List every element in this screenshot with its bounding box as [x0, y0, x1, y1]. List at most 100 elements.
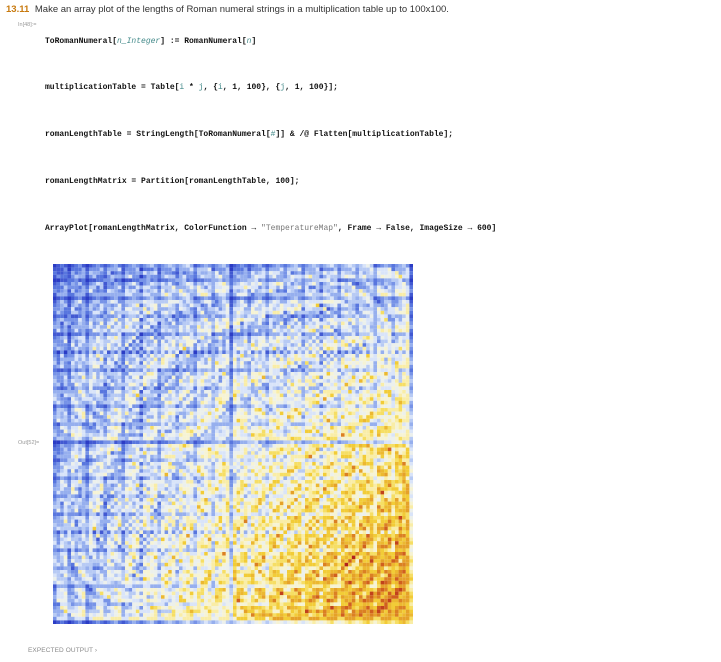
code-line-5[interactable]: ArrayPlot[romanLengthMatrix, ColorFuncti… [45, 224, 496, 233]
array-cell [236, 418, 241, 423]
array-cell [373, 404, 378, 409]
array-cell [89, 357, 93, 362]
array-cell [60, 303, 64, 308]
array-cell [272, 368, 277, 373]
array-cell [225, 267, 230, 272]
array-cell [377, 411, 381, 416]
code-line-2[interactable]: multiplicationTable = Table[i * j, {i, 1… [45, 83, 338, 92]
array-cell [337, 426, 342, 430]
array-cell [251, 328, 255, 333]
array-cell [229, 336, 234, 340]
array-cell [301, 336, 306, 340]
array-cell [240, 422, 244, 427]
array-cell [240, 397, 244, 401]
array-cell [92, 386, 97, 391]
array-cell [269, 303, 273, 308]
array-cell [186, 426, 190, 430]
array-cell [355, 411, 360, 416]
array-cell [236, 310, 241, 315]
array-cell [326, 346, 331, 351]
array-cell [132, 336, 136, 340]
array-cell [121, 267, 126, 272]
array-cell [369, 386, 374, 391]
array-cell [315, 282, 320, 286]
array-cell [333, 426, 338, 430]
array-cell [366, 372, 370, 376]
array-cell [395, 343, 399, 347]
array-cell [258, 314, 262, 319]
array-cell [254, 343, 259, 347]
array-cell [143, 429, 147, 434]
array-cell [373, 282, 378, 286]
array-cell [107, 390, 111, 394]
array-cell [272, 267, 277, 272]
array-cell [71, 350, 75, 355]
array-cell [276, 411, 280, 416]
array-cell [171, 307, 176, 311]
array-cell [402, 411, 406, 416]
array-cell [254, 278, 259, 283]
array-cell [143, 400, 147, 405]
array-cell [53, 429, 57, 434]
array-cell [305, 408, 309, 412]
array-cell [297, 267, 302, 272]
array-cell [258, 318, 262, 322]
array-cell [114, 386, 118, 391]
array-cell [121, 303, 126, 308]
array-cell [182, 415, 187, 419]
array-cell [179, 422, 183, 427]
array-cell [229, 433, 234, 437]
array-cell [56, 357, 61, 362]
array-cell [193, 368, 198, 373]
code-line-1[interactable]: ToRomanNumeral[n_Integer] := RomanNumera… [45, 37, 256, 46]
array-cell [254, 379, 259, 383]
array-cell [233, 307, 237, 311]
array-cell [182, 361, 187, 365]
array-cell [222, 408, 226, 412]
array-cell [121, 314, 126, 319]
array-cell [143, 404, 147, 409]
array-cell [269, 274, 273, 279]
array-cell [81, 400, 86, 405]
array-cell [78, 354, 82, 358]
array-cell [128, 422, 133, 427]
array-cell [150, 426, 154, 430]
array-cell [225, 433, 230, 437]
array-cell [81, 264, 86, 268]
array-cell [287, 364, 291, 369]
array-cell [125, 411, 129, 416]
array-cell [380, 375, 385, 380]
array-cell [247, 386, 252, 391]
array-cell [243, 346, 248, 351]
array-cell [179, 343, 183, 347]
array-cell [254, 357, 259, 362]
array-cell [330, 375, 334, 380]
array-cell [168, 332, 172, 337]
array-cell [391, 397, 396, 401]
code-line-3[interactable]: romanLengthTable = StringLength[ToRomanN… [45, 130, 453, 139]
array-cell [251, 436, 255, 441]
array-cell [128, 325, 133, 329]
array-cell [323, 343, 327, 347]
array-cell [384, 368, 388, 373]
array-cell [377, 350, 381, 355]
array-cell [125, 422, 129, 427]
array-cell [74, 318, 79, 322]
array-cell [222, 386, 226, 391]
code-line-4[interactable]: romanLengthMatrix = Partition[romanLengt… [45, 177, 299, 186]
array-cell [387, 292, 392, 297]
array-cell [380, 300, 385, 304]
array-cell [107, 328, 111, 333]
array-cell [56, 314, 61, 319]
array-cell [225, 408, 230, 412]
array-cell [63, 303, 68, 308]
array-cell [330, 328, 334, 333]
array-cell [384, 386, 388, 391]
array-cell [409, 379, 413, 383]
array-cell [211, 300, 216, 304]
array-cell [135, 267, 140, 272]
array-cell [369, 354, 374, 358]
array-cell [247, 282, 252, 286]
array-cell [301, 332, 306, 337]
array-cell [168, 292, 172, 297]
